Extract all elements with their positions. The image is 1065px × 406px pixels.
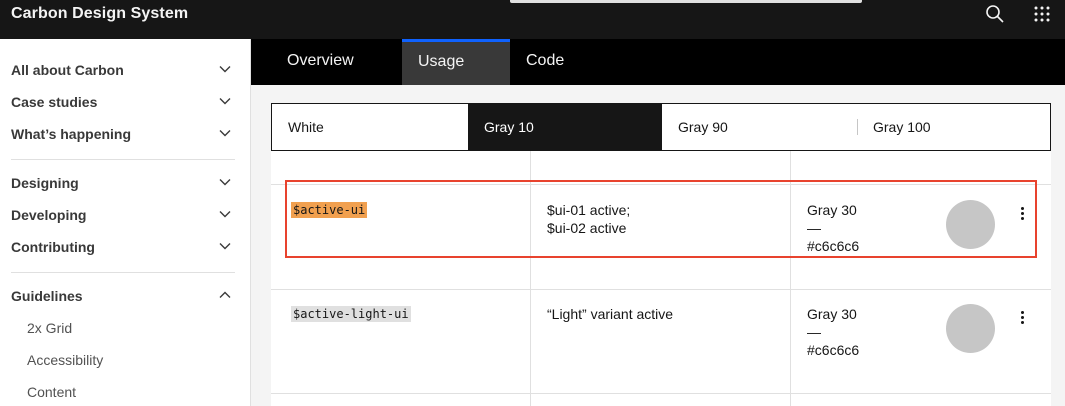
chevron-down-icon bbox=[219, 243, 231, 250]
theme-option-white[interactable]: White bbox=[272, 104, 468, 150]
sidebar-item-whats-happening[interactable]: What’s happening bbox=[11, 123, 235, 145]
sidebar-item-developing[interactable]: Developing bbox=[11, 204, 235, 226]
token-role: “Light” variant active bbox=[547, 305, 673, 323]
app-switcher-icon[interactable] bbox=[1031, 3, 1053, 25]
theme-option-gray-100[interactable]: Gray 100 bbox=[857, 104, 1050, 150]
chevron-down-icon bbox=[219, 211, 231, 218]
sidebar-subitem-2x-grid[interactable]: 2x Grid bbox=[27, 320, 72, 336]
chevron-down-icon bbox=[219, 66, 231, 73]
sidebar-item-label: Designing bbox=[11, 175, 79, 191]
chevron-down-icon bbox=[219, 98, 231, 105]
token-name: $active-light-ui bbox=[291, 306, 411, 322]
token-value-dash: — bbox=[807, 324, 821, 340]
overflow-menu-icon[interactable] bbox=[1019, 311, 1027, 325]
sidebar-item-all-about-carbon[interactable]: All about Carbon bbox=[11, 59, 235, 81]
sidebar-item-label: All about Carbon bbox=[11, 62, 124, 78]
theme-option-label: Gray 100 bbox=[873, 119, 931, 135]
sidebar-item-label: Contributing bbox=[11, 239, 95, 255]
token-value: Gray 30 — #c6c6c6 bbox=[807, 305, 859, 359]
token-role-line: “Light” variant active bbox=[547, 306, 674, 322]
highlight-outline bbox=[285, 180, 1037, 258]
sidebar-item-designing[interactable]: Designing bbox=[11, 172, 235, 194]
row-divider bbox=[271, 289, 1051, 290]
color-swatch bbox=[946, 304, 995, 353]
sidebar-divider bbox=[11, 272, 235, 273]
tab-code[interactable]: Code bbox=[510, 39, 590, 85]
sidebar-item-case-studies[interactable]: Case studies bbox=[11, 91, 235, 113]
chevron-up-icon bbox=[219, 291, 231, 298]
brand-title[interactable]: Carbon Design System bbox=[11, 5, 188, 23]
token-value-name: Gray 30 bbox=[807, 306, 857, 322]
top-header: Carbon Design System bbox=[0, 0, 1065, 39]
sidebar-item-label: Guidelines bbox=[11, 288, 83, 304]
sidebar-item-label: Developing bbox=[11, 207, 87, 223]
sidebar-item-guidelines[interactable]: Guidelines bbox=[11, 285, 235, 307]
tab-overview[interactable]: Overview bbox=[251, 39, 402, 85]
theme-option-gray-90[interactable]: Gray 90 bbox=[662, 104, 857, 150]
sidebar-divider bbox=[11, 159, 235, 160]
sidebar-subitem-accessibility[interactable]: Accessibility bbox=[27, 352, 103, 368]
sidebar-nav: All about Carbon Case studies What’s hap… bbox=[0, 39, 251, 406]
sidebar-item-contributing[interactable]: Contributing bbox=[11, 236, 235, 258]
search-icon[interactable] bbox=[984, 3, 1006, 25]
tab-label: Code bbox=[526, 52, 565, 69]
theme-option-gray-10[interactable]: Gray 10 bbox=[468, 104, 662, 150]
theme-option-label: Gray 90 bbox=[678, 119, 728, 135]
sidebar-subitem-content[interactable]: Content bbox=[27, 384, 76, 400]
sidebar-item-label: What’s happening bbox=[11, 126, 132, 142]
chevron-down-icon bbox=[219, 130, 231, 137]
sidebar-item-label: Case studies bbox=[11, 94, 98, 110]
chevron-down-icon bbox=[219, 179, 231, 186]
tab-label: Usage bbox=[418, 53, 465, 70]
row-divider bbox=[271, 393, 1051, 394]
theme-switcher: White Gray 10 Gray 90 Gray 100 bbox=[271, 103, 1051, 151]
theme-option-label: Gray 10 bbox=[484, 119, 534, 135]
theme-option-label: White bbox=[288, 119, 324, 135]
token-value-hex: #c6c6c6 bbox=[807, 342, 860, 358]
page-tabs: Overview Usage Code bbox=[251, 39, 1065, 85]
search-bar[interactable] bbox=[510, 0, 862, 3]
tab-usage[interactable]: Usage bbox=[402, 39, 510, 85]
tab-label: Overview bbox=[287, 52, 354, 69]
